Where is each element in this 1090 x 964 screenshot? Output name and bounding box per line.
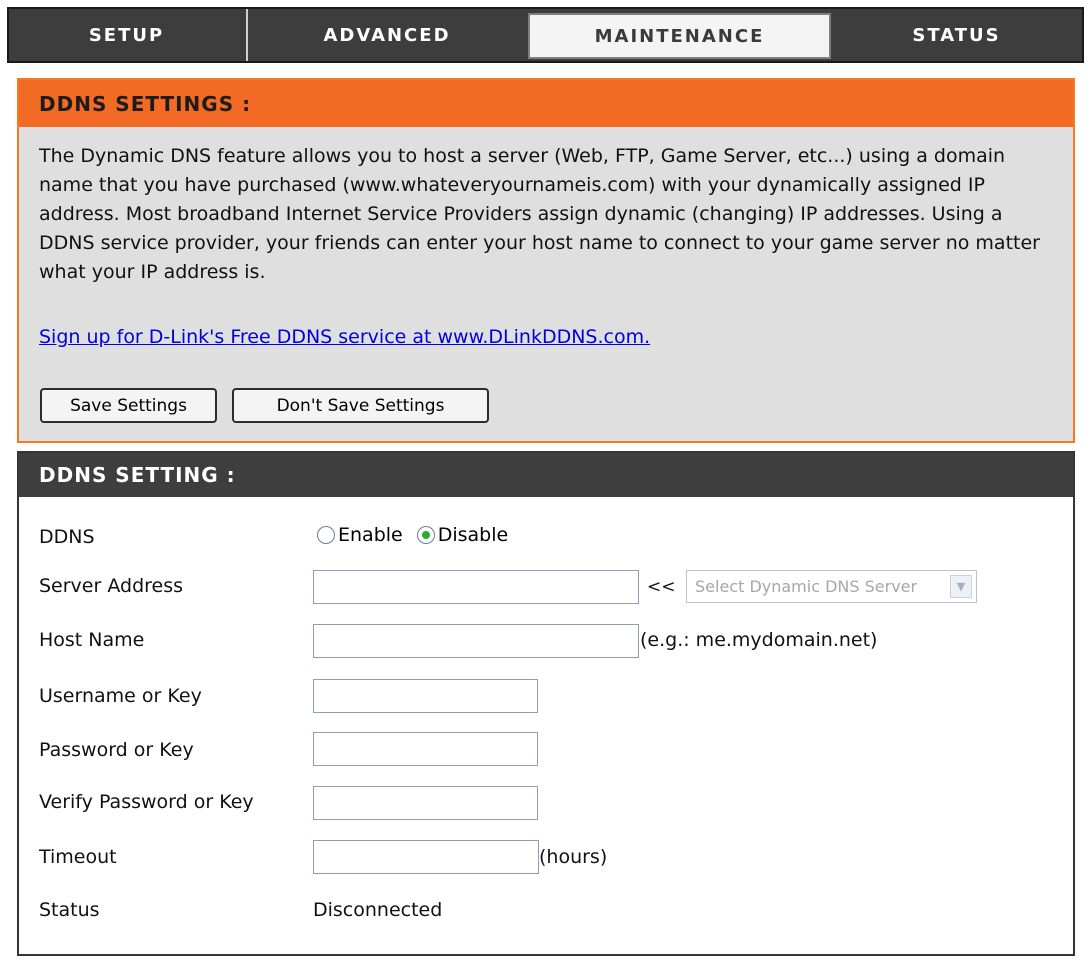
verify-password-input[interactable] <box>313 786 538 820</box>
chevron-down-icon[interactable]: ▼ <box>950 575 972 598</box>
server-address-input[interactable] <box>313 570 639 604</box>
host-name-hint: (e.g.: me.mydomain.net) <box>640 629 878 651</box>
ddns-radio-group: Enable Disable <box>317 524 522 546</box>
host-name-input[interactable] <box>313 624 639 658</box>
dont-save-settings-button[interactable]: Don't Save Settings <box>232 388 489 423</box>
tab-maintenance[interactable]: MAINTENANCE <box>528 13 831 59</box>
enable-radio-label[interactable]: Enable <box>338 524 403 546</box>
password-input[interactable] <box>313 732 538 766</box>
enable-radio[interactable] <box>317 526 335 544</box>
username-input[interactable] <box>313 679 538 713</box>
tab-setup[interactable]: SETUP <box>9 9 244 61</box>
tab-status[interactable]: STATUS <box>831 9 1082 61</box>
ddns-settings-title: DDNS SETTINGS : <box>19 80 1073 127</box>
server-select-arrow-text: << <box>647 577 676 597</box>
dlink-ddns-signup-link[interactable]: Sign up for D-Link's Free DDNS service a… <box>39 326 650 348</box>
ddns-setting-panel: DDNS SETTING : DDNS Enable Disable Serve… <box>17 451 1075 956</box>
ddns-settings-panel: DDNS SETTINGS : The Dynamic DNS feature … <box>17 78 1075 443</box>
timeout-unit: (hours) <box>539 846 608 868</box>
top-nav-tabs: SETUP ADVANCED MAINTENANCE STATUS <box>7 7 1084 63</box>
verify-password-label: Verify Password or Key <box>39 791 254 813</box>
ddns-server-select[interactable]: Select Dynamic DNS Server ▼ <box>686 570 977 603</box>
disable-radio-label[interactable]: Disable <box>438 524 508 546</box>
ddns-setting-title: DDNS SETTING : <box>19 453 1073 497</box>
disable-radio[interactable] <box>416 526 435 544</box>
save-settings-button[interactable]: Save Settings <box>40 388 217 423</box>
ddns-description: The Dynamic DNS feature allows you to ho… <box>39 145 1040 283</box>
timeout-label: Timeout <box>39 846 117 868</box>
username-label: Username or Key <box>39 685 202 707</box>
host-name-label: Host Name <box>39 629 145 651</box>
ddns-label: DDNS <box>39 526 95 548</box>
server-address-label: Server Address <box>39 575 184 597</box>
tab-advanced[interactable]: ADVANCED <box>246 9 526 61</box>
ddns-server-select-value: Select Dynamic DNS Server <box>695 577 918 596</box>
status-value: Disconnected <box>313 899 443 921</box>
status-label: Status <box>39 899 100 921</box>
radio-selected-dot <box>421 531 430 539</box>
timeout-input[interactable] <box>313 840 539 874</box>
password-label: Password or Key <box>39 739 194 761</box>
